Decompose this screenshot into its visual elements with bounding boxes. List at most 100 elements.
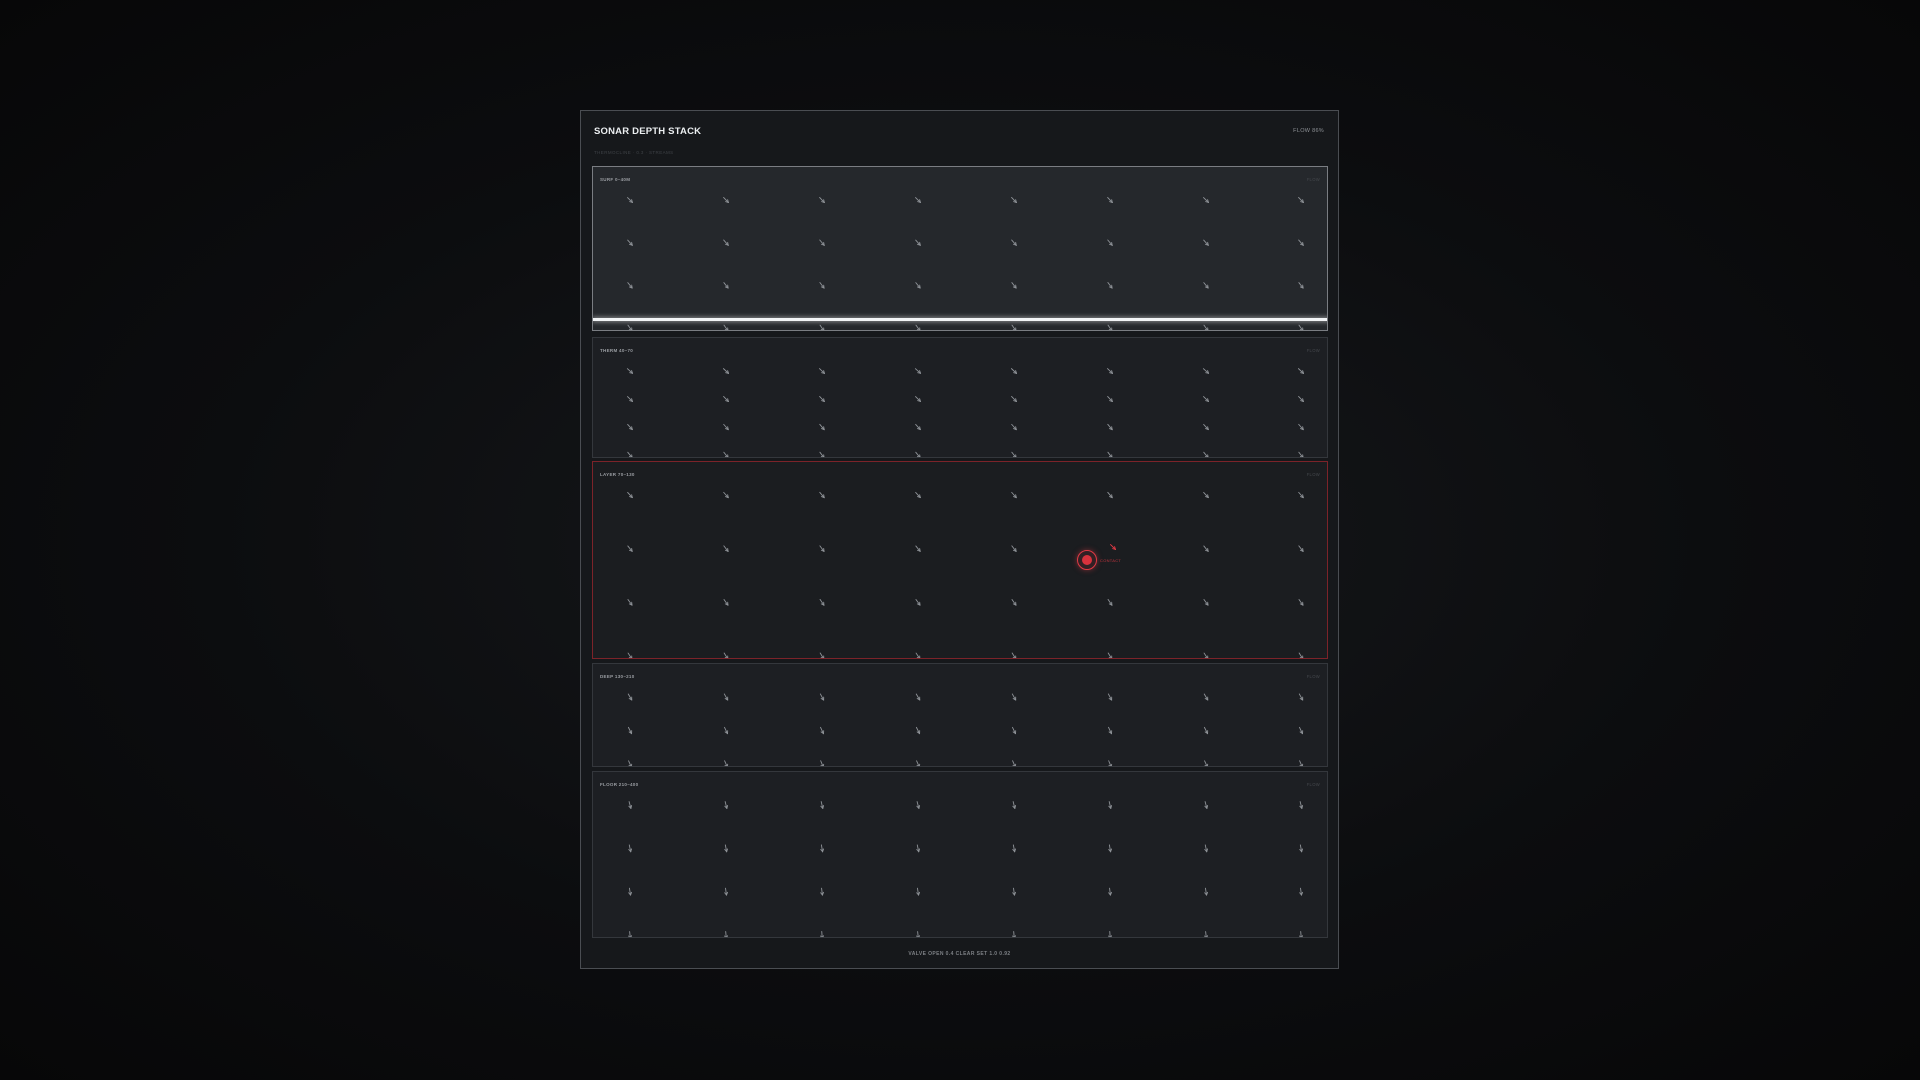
flow-arrow [723, 324, 729, 330]
flow-arrow [627, 423, 633, 431]
flow-arrow [723, 197, 729, 203]
flow-arrow [1011, 545, 1017, 552]
flow-arrow [1012, 760, 1017, 766]
depth-layer-therm[interactable]: THERM 40–70 FLOW [592, 337, 1328, 458]
flow-arrow [1107, 598, 1113, 606]
flow-arrow [627, 396, 633, 402]
flow-arrow [1107, 324, 1113, 330]
flow-arrow [915, 396, 921, 402]
flow-vector-field [627, 693, 1304, 766]
flow-arrow [916, 801, 921, 809]
flow-arrow [723, 423, 729, 431]
flow-arrow [820, 801, 825, 809]
flow-arrow [1298, 396, 1304, 402]
flow-arrow [916, 887, 921, 896]
contact-marker[interactable] [1077, 550, 1097, 570]
flow-arrow [820, 887, 824, 896]
flow-arrow [820, 726, 825, 735]
flow-arrow [1203, 324, 1209, 330]
flow-arrow [820, 844, 825, 853]
flow-arrow [1011, 451, 1017, 457]
flow-arrow [724, 726, 729, 735]
flow-arrow [1011, 599, 1017, 606]
flow-arrow [1298, 491, 1304, 499]
flow-arrow [819, 423, 825, 431]
flow-arrow [1012, 726, 1017, 735]
scan-line[interactable] [593, 318, 1327, 321]
flow-arrow [1107, 239, 1113, 246]
flow-arrow [724, 887, 728, 896]
flow-arrow [724, 801, 729, 809]
flow-arrow [1108, 887, 1112, 896]
flow-arrow [1107, 196, 1113, 204]
flow-arrow [1108, 726, 1113, 735]
flow-arrow [914, 368, 922, 374]
flow-arrow [1204, 931, 1208, 937]
flow-arrow [1107, 451, 1113, 457]
depth-layer-floor[interactable]: FLOOR 210–400 FLOW [592, 771, 1328, 938]
flow-arrow [1011, 282, 1017, 289]
flow-arrow [627, 451, 633, 457]
flow-arrow [819, 598, 825, 606]
flow-arrow [723, 239, 729, 246]
flow-arrow [1203, 396, 1209, 402]
contact-arrow [1110, 544, 1116, 550]
flow-arrow [915, 324, 921, 330]
depth-layer-deep[interactable]: DEEP 130–210 FLOW [592, 663, 1328, 767]
flow-arrow [1298, 197, 1304, 203]
depth-layer-surf[interactable]: SURF 0–40M FLOW [592, 166, 1328, 331]
flow-arrow [1108, 931, 1112, 937]
flow-arrow [723, 451, 729, 457]
flow-arrow [1012, 887, 1016, 896]
flow-arrow [916, 844, 921, 853]
flow-arrow [819, 196, 825, 204]
flow-arrow [915, 451, 921, 457]
flow-arrow [1107, 282, 1113, 289]
flow-arrow [915, 423, 921, 431]
flow-arrow [1204, 760, 1209, 766]
flow-arrow [1203, 545, 1209, 552]
flow-arrow [628, 844, 633, 853]
flow-arrow [915, 491, 921, 499]
flow-arrow [723, 693, 729, 701]
flow-arrow [1011, 491, 1017, 499]
flow-arrow [723, 491, 729, 499]
flow-arrow [1204, 801, 1209, 809]
flow-arrow [627, 239, 633, 246]
flow-arrow [1298, 545, 1304, 552]
flow-arrow [1299, 760, 1304, 766]
flow-arrow [1107, 423, 1113, 431]
flow-arrow [1203, 599, 1209, 606]
flow-arrow [819, 693, 825, 701]
flow-arrow [1299, 801, 1304, 809]
flow-arrow [1011, 423, 1017, 431]
flow-arrow [819, 451, 825, 457]
flow-arrow [1108, 844, 1113, 853]
flow-arrow [915, 282, 921, 289]
flow-arrow [723, 652, 729, 658]
flow-arrow [820, 931, 824, 937]
flow-arrow [627, 324, 633, 330]
flow-arrow [1010, 368, 1018, 374]
flow-arrow [1011, 197, 1017, 203]
sonar-panel: SONAR DEPTH STACK FLOW 86% THERMOCLINE ·… [580, 110, 1339, 969]
flow-arrow [627, 545, 633, 552]
flow-arrow [1202, 368, 1210, 374]
flow-arrow [1203, 451, 1209, 457]
flow-arrow [819, 545, 825, 552]
flow-arrow [1298, 652, 1304, 658]
flow-arrow [1108, 801, 1113, 809]
flow-arrow [1107, 693, 1113, 701]
depth-layer-layer[interactable]: LAYER 70–130 FLOW CONTACT [592, 461, 1328, 659]
flow-arrow [627, 491, 633, 499]
flow-arrow [1299, 887, 1303, 896]
flow-arrow [915, 545, 921, 552]
flow-arrow [1011, 396, 1017, 402]
flow-arrow [915, 197, 921, 203]
flow-arrow [627, 197, 633, 203]
flow-vector-field [626, 368, 1305, 457]
flow-arrow [627, 693, 633, 701]
flow-arrow [628, 801, 633, 809]
flow-arrow [724, 931, 728, 937]
contact-label: CONTACT [1100, 558, 1122, 563]
